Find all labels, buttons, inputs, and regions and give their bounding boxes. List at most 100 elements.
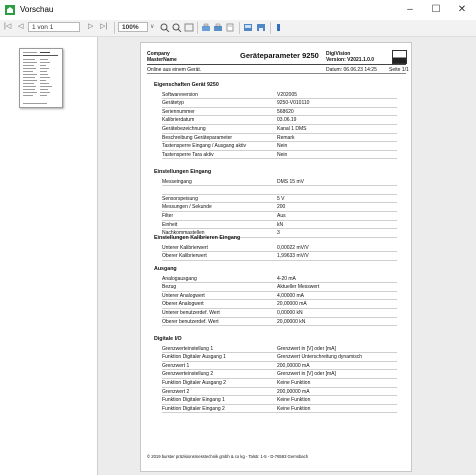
parameter-label: Funktion Digitaler Eingang 1 [162,397,225,404]
parameter-label: Messungen / Sekunde [162,204,212,211]
row-divider [162,228,397,230]
parameter-value: Remark [277,134,295,141]
row-divider [162,395,397,397]
parameter-value: 200,00000 mA [277,388,310,395]
parameter-value: V202005 [277,91,298,98]
parameter-label: Grenzwerteinstellung 1 [162,345,214,352]
parameter-label: Unterer benutzerdef. Wert [162,310,220,316]
software-version: Version: V2021.1.0.0 [326,57,375,63]
zoom-out-icon[interactable] [172,23,182,32]
parameter-value: 568620 [277,108,294,115]
window-title: Vorschau [20,5,54,14]
parameter-label: Gerätebezeichnung [162,126,206,132]
parameter-label: Funktion Digitaler Ausgang 1 [162,354,226,361]
report-title: Geräteparameter 9250 [240,51,319,60]
toolbar-separator [270,22,271,34]
row-divider [162,325,397,327]
row-divider [162,386,397,388]
row-divider [162,282,397,284]
title-bar: Vorschau – ☐ ✕ [0,0,476,20]
export-icon[interactable] [243,23,253,32]
row-divider [162,360,397,362]
row-divider [162,210,397,212]
parameter-value: Nein [277,143,288,150]
row-divider [162,251,397,253]
section-title: Einstellungen Eingang [154,169,212,175]
parameter-value: 200 [277,204,286,211]
row-divider [162,106,397,108]
row-divider [162,149,397,151]
parameter-value: Aktueller Messwert [277,284,320,291]
preview-area: Company MasterName Geräteparameter 9250 … [0,37,476,475]
parameter-label: Einheit [162,221,178,228]
parameter-label: Grenzwert 2 [162,388,190,395]
parameter-label: Softwareversion [162,91,198,98]
close-preview-icon[interactable] [274,23,284,32]
row-divider [162,141,397,143]
row-divider [162,193,397,195]
minimize-button[interactable]: – [398,2,422,18]
print-icon[interactable] [201,23,211,32]
parameter-label: Seriennummer [162,108,195,115]
parameter-value: kN [277,221,284,228]
parameter-label: Grenzwert 1 [162,362,190,369]
app-icon [5,5,15,15]
toolbar: |◁ ◁ 1 von 1 ▷ ▷| 100% ∨ [0,20,476,37]
zoom-select[interactable]: 100% [118,22,148,32]
master-name: MasterName [147,57,177,63]
row-divider [162,299,397,301]
row-divider [162,115,397,117]
maximize-button[interactable]: ☐ [424,2,448,18]
parameter-label: Oberer Kalibrierwert [162,253,207,260]
parameter-value: 5 V [277,195,285,202]
parameter-label: Grenzwerteinstellung 2 [162,371,214,378]
toolbar-separator [239,22,240,34]
row-divider [162,158,397,160]
report-page: Company MasterName Geräteparameter 9250 … [140,42,412,472]
zoom-dropdown-chevron-icon[interactable]: ∨ [150,20,154,34]
next-page-button[interactable]: ▷ [88,20,93,34]
page-setup-icon[interactable] [225,23,235,32]
row-divider [162,290,397,292]
parameter-value: 0,00000 kN [277,310,303,316]
parameter-value: 4-20 mA [277,275,296,282]
row-divider [162,377,397,379]
parameter-label: Funktion Digitaler Eingang 2 [162,405,225,412]
previous-page-button[interactable]: ◁ [18,20,23,34]
parameter-label: Tastensperre Eingang / Ausgang aktiv [162,143,246,150]
zoom-in-icon[interactable] [160,23,170,32]
row-divider [162,202,397,204]
parameter-value: 3 [277,230,280,237]
parameter-value: Aus [277,213,286,219]
parameter-label: Sensorspeisung [162,195,198,202]
header-divider [147,64,406,65]
close-button[interactable]: ✕ [450,2,474,18]
parameter-value: 03.06.19 [277,117,297,124]
row-divider [162,132,397,134]
parameter-value: 1,99633 mV/V [277,253,309,260]
row-divider [162,185,397,187]
parameter-label: Unterer Kalibrierwert [162,244,208,251]
parameter-value: 20,00000 kN [277,318,306,325]
fit-page-icon[interactable] [184,23,194,32]
parameter-value: 200,00000 mA [277,362,310,369]
page-number-field[interactable]: 1 von 1 [28,22,80,32]
parameter-value: Grenzwert in [V] oder [mA] [277,345,336,352]
parameter-value: 20,00000 mA [277,301,307,308]
print-setup-icon[interactable] [213,23,223,32]
save-icon[interactable] [256,23,266,32]
parameter-value: 0,00022 mV/V [277,244,309,251]
section-title: Eigenschaften Gerät 9250 [154,82,219,88]
page-thumbnail[interactable] [19,48,63,108]
parameter-value: Kanal 1 DMS [277,126,307,132]
parameter-value: 4,00000 mA [277,292,304,299]
row-divider [162,412,397,414]
last-page-button[interactable]: ▷| [100,20,107,34]
parameter-label: Analogausgang [162,275,197,282]
first-page-button[interactable]: |◁ [4,20,11,34]
parameter-value: Grenzwert in [V] oder [mA] [277,371,336,378]
row-divider [162,307,397,309]
parameter-value: Grenzwert Unterschreitung dynamisch [277,354,363,361]
section-title: Digitale I/O [154,336,182,342]
row-divider [162,369,397,371]
